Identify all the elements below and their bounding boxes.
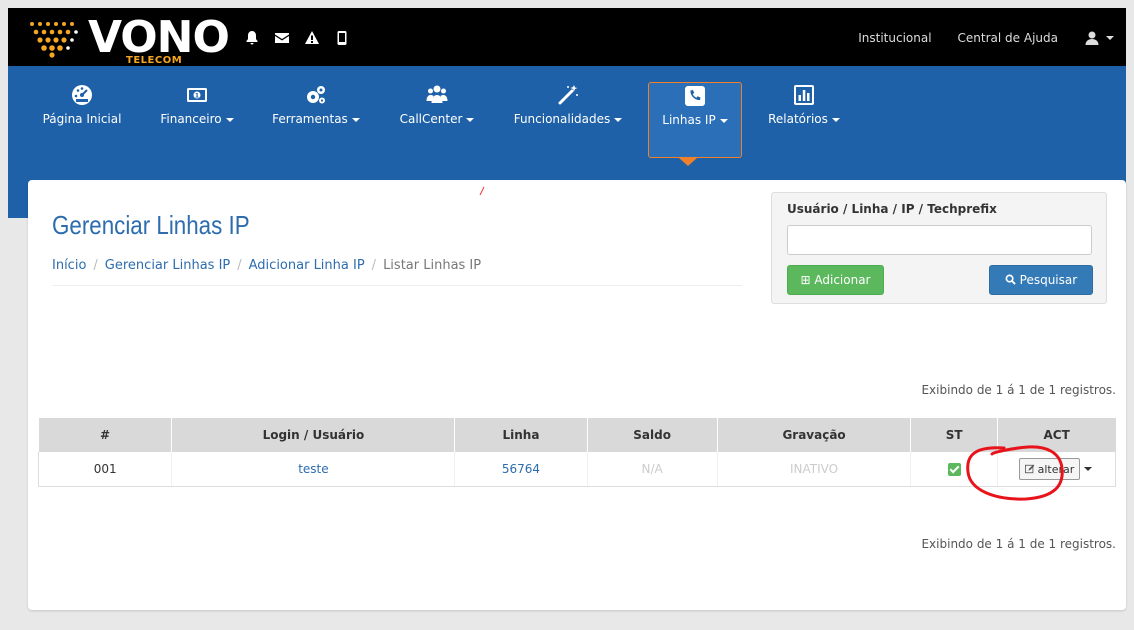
envelope-icon[interactable]: [274, 30, 290, 46]
breadcrumb: Início / Gerenciar Linhas IP / Adicionar Lin…: [52, 258, 481, 273]
column-header[interactable]: Login / Usuário: [171, 418, 455, 452]
column-header[interactable]: ST: [910, 418, 998, 452]
edit-button-label: alterar: [1037, 462, 1075, 476]
logo-dots-icon: [30, 22, 78, 58]
dashboard-icon: [72, 85, 92, 105]
chevron-down-icon: [225, 117, 234, 122]
logo-subtitle: TELECOM: [126, 55, 183, 66]
breadcrumb-current: Listar Linhas IP: [383, 258, 482, 273]
chevron-down-icon: [719, 118, 728, 123]
bar-chart-icon: [794, 85, 814, 105]
action-group: alterar: [1018, 458, 1095, 480]
add-button[interactable]: ⊞ Adicionar: [787, 265, 884, 295]
column-header[interactable]: Saldo: [586, 418, 718, 452]
search-button[interactable]: Pesquisar: [989, 265, 1093, 295]
breadcrumb-separator: /: [371, 258, 377, 273]
search-label: Usuário / Linha / IP / Techprefix: [787, 202, 997, 216]
top-icons: [244, 30, 350, 46]
gears-icon: [307, 86, 325, 104]
nav-label: Ferramentas: [272, 112, 348, 126]
chevron-down-icon: [614, 117, 623, 122]
top-bar: VONO TELECOM Institucional Central de Aj…: [8, 8, 1126, 66]
plus-square-icon: ⊞: [800, 273, 811, 287]
money-icon: 1: [187, 88, 207, 102]
row-actions: alterar: [996, 452, 1117, 487]
breadcrumb-add[interactable]: Adicionar Linha IP: [249, 258, 365, 273]
search-input[interactable]: [787, 225, 1092, 255]
nav-label: Financeiro: [160, 112, 222, 126]
phone-icon: [685, 86, 705, 106]
row-recording: INATIVO: [716, 452, 911, 487]
row-id: 001: [37, 452, 172, 487]
svg-text:1: 1: [195, 93, 199, 100]
warning-icon[interactable]: [304, 30, 320, 46]
nav-label: Linhas IP: [662, 113, 716, 127]
chevron-down-icon: [1106, 36, 1114, 40]
institutional-link[interactable]: Institucional: [858, 31, 931, 45]
bell-icon[interactable]: [244, 30, 260, 46]
edit-icon: [1024, 464, 1034, 474]
user-menu[interactable]: [1084, 30, 1114, 46]
edit-button[interactable]: alterar: [1018, 458, 1081, 480]
table-row: 001 teste 56764 N/A INATIVO alterar: [37, 452, 1117, 487]
check-square-icon: [947, 463, 961, 476]
action-dropdown-toggle[interactable]: [1080, 458, 1094, 480]
users-icon: [426, 85, 448, 103]
records-count-top: Exibindo de 1 á 1 de 1 registros.: [921, 383, 1116, 397]
column-header[interactable]: #: [38, 418, 172, 452]
nav-label: Relatórios: [768, 112, 828, 126]
breadcrumb-separator: /: [237, 258, 242, 273]
breadcrumb-home[interactable]: Início: [52, 258, 86, 273]
add-button-label: Adicionar: [814, 273, 871, 287]
nav-item-callcenter[interactable]: CallCenter: [392, 84, 482, 156]
nav-label: Funcionalidades: [513, 112, 611, 126]
nav-item-ip-lines[interactable]: Linhas IP: [648, 82, 742, 158]
stray-mark: [479, 186, 485, 196]
breadcrumb-manage[interactable]: Gerenciar Linhas IP: [105, 258, 230, 273]
row-line-link[interactable]: 56764: [454, 452, 588, 487]
breadcrumb-separator: /: [93, 258, 98, 273]
mobile-icon[interactable]: [334, 30, 350, 46]
nav-item-reports[interactable]: Relatórios: [760, 84, 848, 156]
ip-lines-table: # Login / Usuário Linha Saldo Gravação S…: [37, 418, 1117, 487]
top-links: Institucional Central de Ajuda: [858, 30, 1114, 46]
divider: [52, 285, 742, 286]
search-panel: Usuário / Linha / IP / Techprefix ⊞ Adic…: [771, 192, 1107, 304]
nav-item-finance[interactable]: 1 Financeiro: [154, 84, 240, 156]
row-status: [910, 452, 998, 487]
vono-logo[interactable]: VONO TELECOM: [26, 12, 236, 66]
column-header[interactable]: Linha: [454, 418, 588, 452]
active-nav-indicator: [679, 158, 697, 166]
chevron-down-icon: [831, 117, 840, 122]
magic-wand-icon: [558, 85, 578, 105]
chevron-down-icon: [466, 117, 475, 122]
row-balance: N/A: [586, 452, 718, 487]
search-button-label: Pesquisar: [1019, 273, 1078, 287]
nav-item-home[interactable]: Página Inicial: [36, 84, 128, 156]
table-header-row: # Login / Usuário Linha Saldo Gravação S…: [38, 418, 1116, 452]
column-header[interactable]: Gravação: [716, 418, 911, 452]
search-icon: [1005, 274, 1016, 285]
chevron-down-icon: [351, 117, 360, 122]
records-count-bottom: Exibindo de 1 á 1 de 1 registros.: [921, 537, 1116, 551]
help-center-link[interactable]: Central de Ajuda: [958, 31, 1058, 45]
nav-label: CallCenter: [399, 112, 463, 126]
row-login-link[interactable]: teste: [171, 452, 455, 487]
page-title: Gerenciar Linhas IP: [52, 210, 250, 240]
user-icon: [1085, 31, 1099, 45]
content-card: Gerenciar Linhas IP Início / Gerenciar Lin…: [28, 180, 1126, 610]
nav-item-tools[interactable]: Ferramentas: [266, 84, 366, 156]
nav-item-features[interactable]: Funcionalidades: [506, 84, 630, 156]
nav-label: Página Inicial: [42, 112, 122, 126]
column-header[interactable]: ACT: [996, 418, 1116, 452]
